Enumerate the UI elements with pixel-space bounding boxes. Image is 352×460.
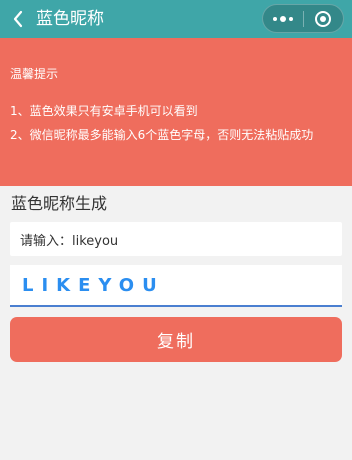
navbar: 蓝色昵称 [0,0,352,38]
tips-panel: 温馨提示 1、蓝色效果只有安卓手机可以看到 2、微信昵称最多能输入6个蓝色字母，… [0,38,352,186]
tip-line: 2、微信昵称最多能输入6个蓝色字母，否则无法粘贴成功 [10,128,314,142]
target-icon[interactable] [303,5,343,32]
tip-line: 1、蓝色效果只有安卓手机可以看到 [10,104,198,118]
tips-title: 温馨提示 [10,67,59,81]
copy-button[interactable]: 复制 [10,317,342,362]
page-title: 蓝色昵称 [36,9,104,29]
more-dots-icon[interactable] [263,5,303,32]
chevron-left-icon [13,10,23,28]
back-button[interactable] [6,6,30,32]
section-title: 蓝色昵称生成 [11,194,108,213]
nickname-input[interactable]: 请输入：likeyou [10,222,342,256]
blue-nickname-output: LIKEYOU [10,265,342,307]
mini-program-capsule [262,4,344,33]
